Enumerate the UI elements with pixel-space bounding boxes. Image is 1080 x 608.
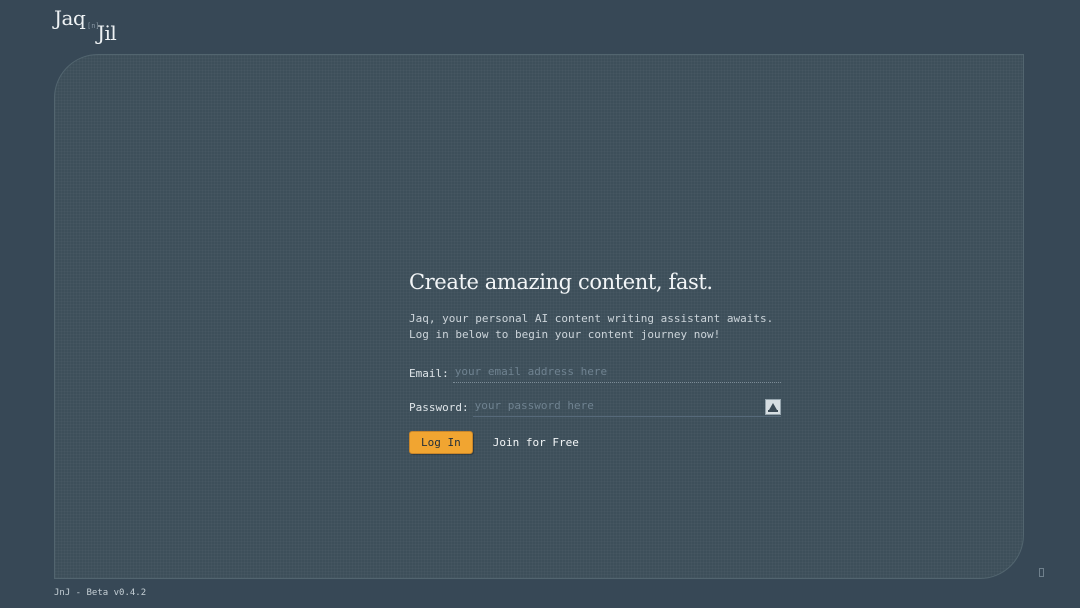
password-field-wrapper [472,396,781,417]
password-field[interactable] [472,396,763,416]
version-footer: JnJ - Beta v0.4.2 [54,588,147,598]
corner-icon[interactable] [1039,568,1044,577]
password-row: Password: [409,396,781,417]
email-field[interactable] [452,362,781,383]
brand-word-jaq: Jaq [54,6,86,30]
intro-line-2: Log in below to begin your content journ… [409,328,721,341]
intro-line-1: Jaq, your personal AI content writing as… [409,312,774,325]
brand-logo[interactable]: Jaq [n] Jil [54,6,134,48]
email-row: Email: [409,362,781,383]
intro-text: Jaq, your personal AI content writing as… [409,311,781,343]
login-card: Create amazing content, fast. Jaq, your … [54,54,1024,579]
login-button[interactable]: Log In [409,431,473,454]
form-actions: Log In Join for Free [409,431,781,454]
login-form: Create amazing content, fast. Jaq, your … [409,265,781,454]
email-label: Email: [409,367,449,380]
page-title: Create amazing content, fast. [409,270,713,294]
join-for-free-link[interactable]: Join for Free [493,436,579,449]
password-label: Password: [409,401,469,414]
show-password-icon[interactable] [765,399,781,415]
brand-word-jil: Jil [97,21,117,45]
